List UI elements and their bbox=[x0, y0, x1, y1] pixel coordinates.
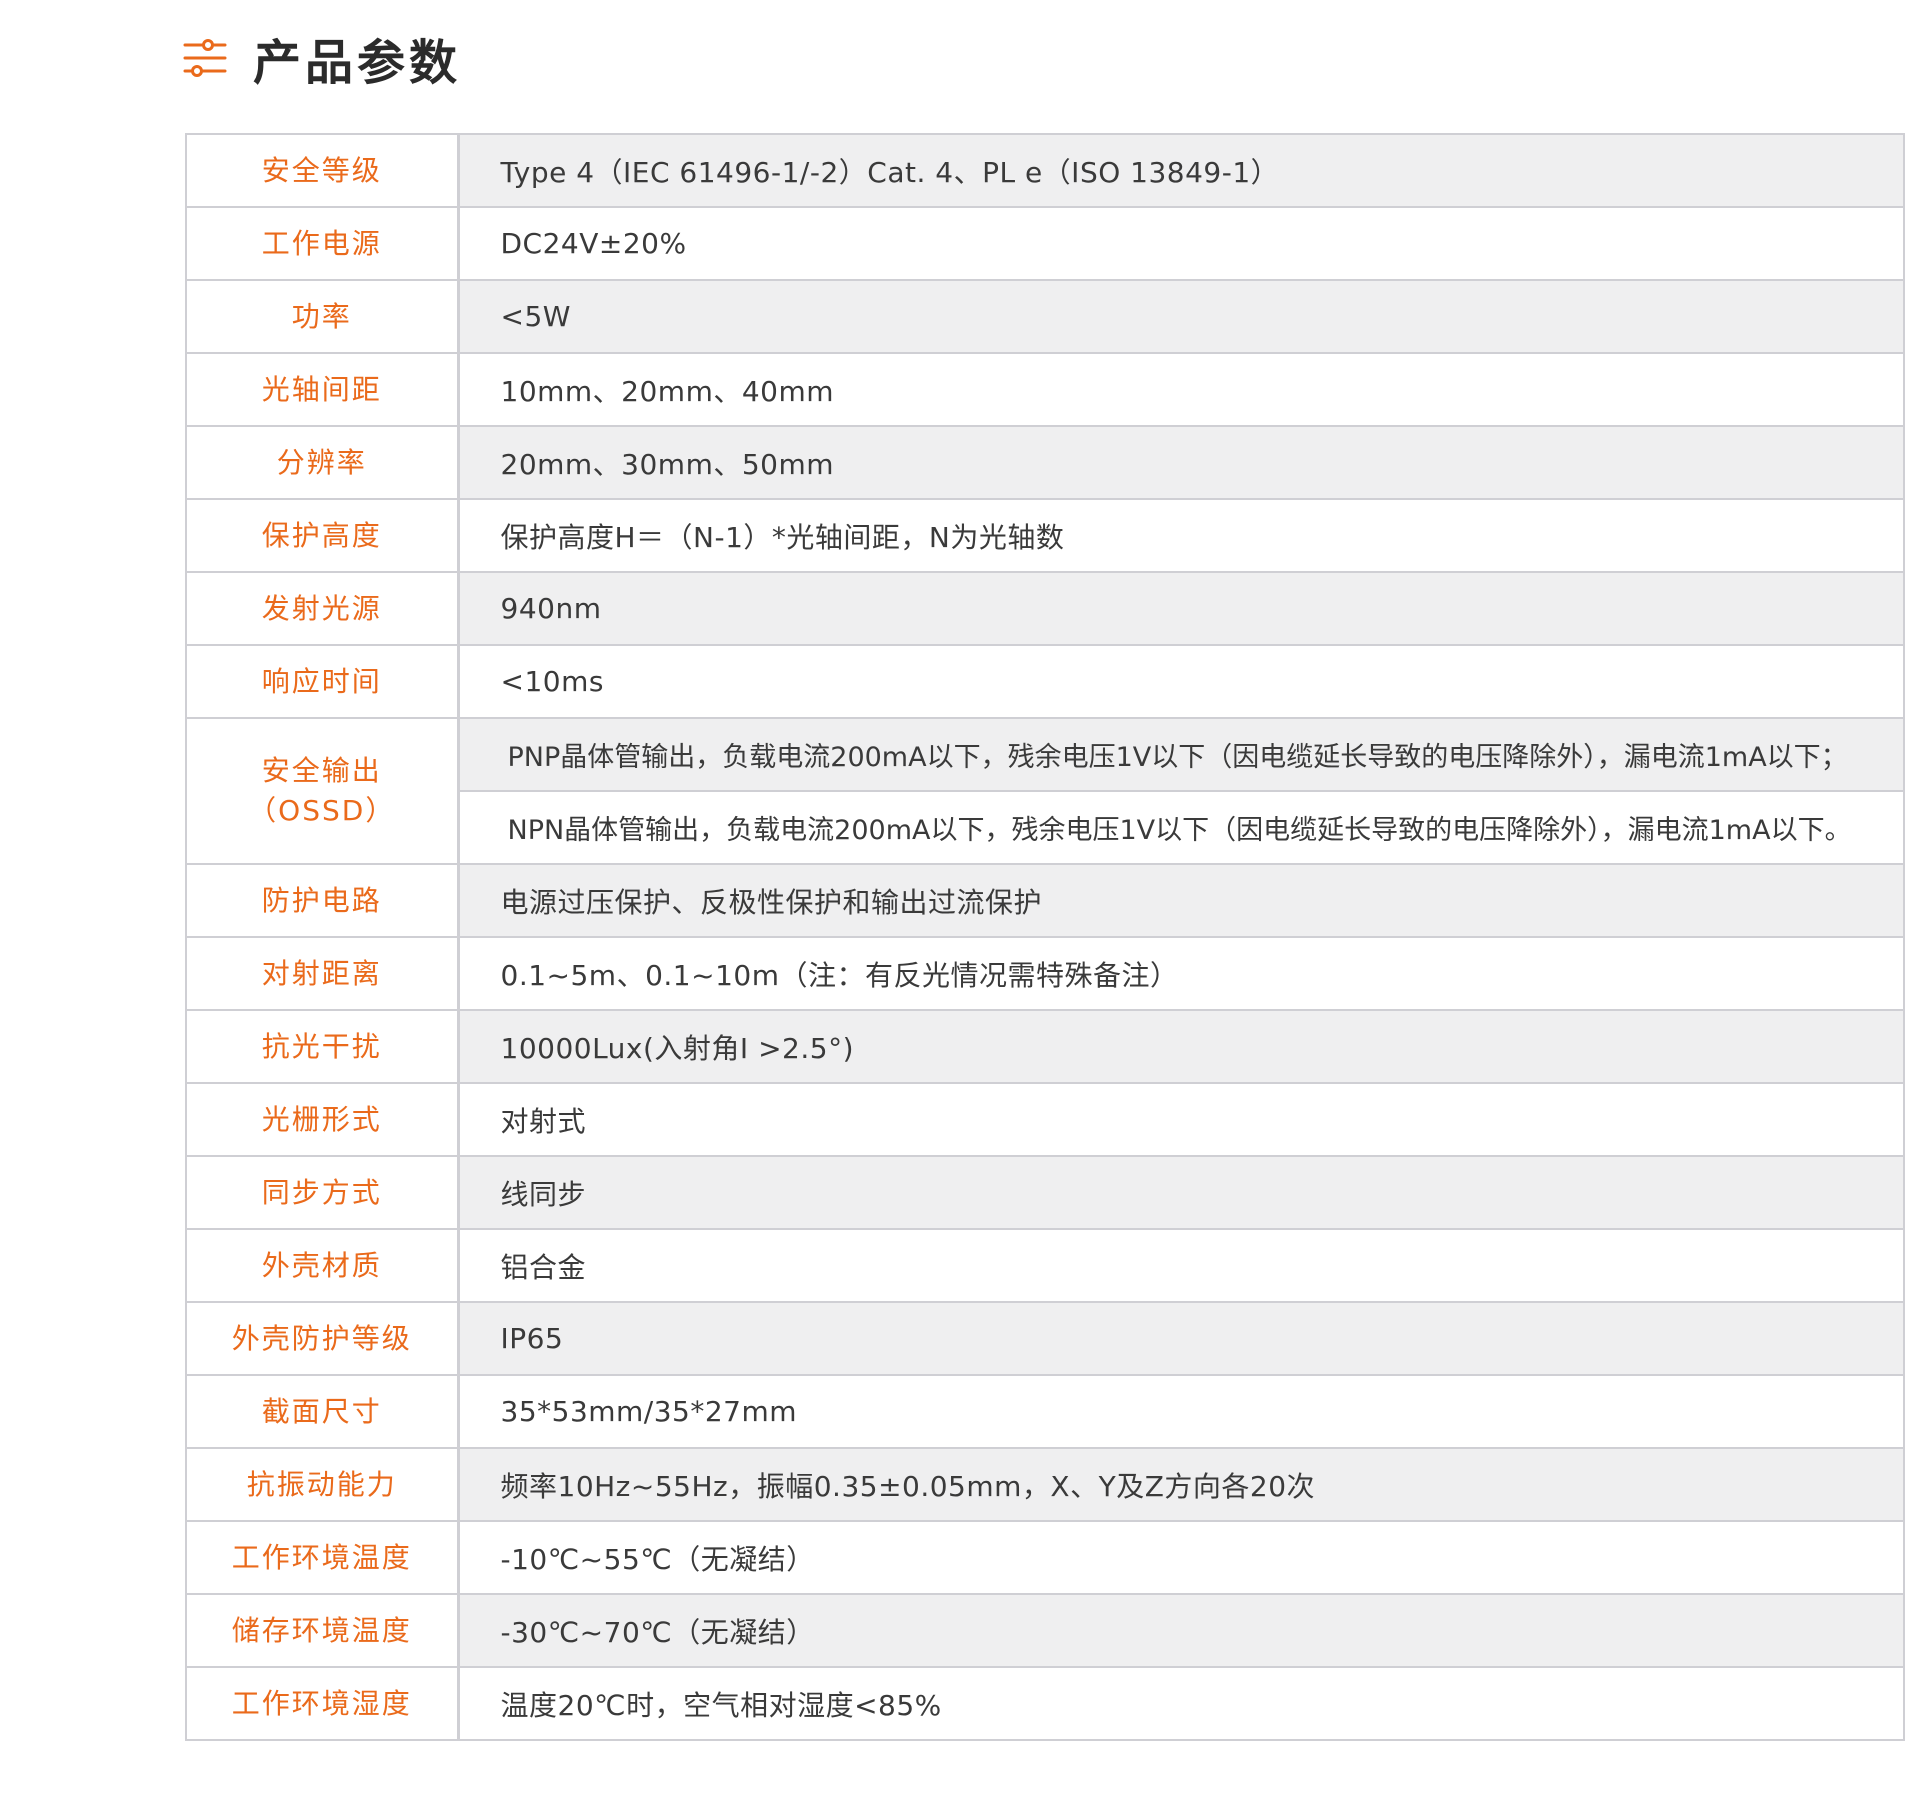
spec-label: 光栅形式 bbox=[186, 1082, 460, 1157]
spec-label: 储存环境温度 bbox=[186, 1593, 460, 1668]
spec-value: 对射式 bbox=[458, 1082, 1904, 1157]
spec-value: 0.1~5m、0.1~10m（注：有反光情况需特殊备注） bbox=[458, 936, 1904, 1011]
spec-label: 对射距离 bbox=[186, 936, 460, 1011]
table-row: 光栅形式 对射式 bbox=[186, 1082, 1904, 1157]
spec-value: 10mm、20mm、40mm bbox=[458, 352, 1904, 427]
table-row: 保护高度 保护高度H＝（N-1）*光轴间距，N为光轴数 bbox=[186, 498, 1904, 573]
spec-label: 外壳材质 bbox=[186, 1228, 460, 1303]
spec-value: NPN晶体管输出，负载电流200mA以下，残余电压1V以下（因电缆延长导致的电压… bbox=[458, 790, 1904, 865]
table-row: 工作环境湿度 温度20℃时，空气相对湿度<85% bbox=[186, 1666, 1904, 1741]
spec-value: 20mm、30mm、50mm bbox=[458, 425, 1904, 500]
spec-label: 安全输出 bbox=[261, 754, 382, 787]
table-row: 响应时间 <10ms bbox=[186, 644, 1904, 719]
table-row: 防护电路 电源过压保护、反极性保护和输出过流保护 bbox=[186, 863, 1904, 938]
spec-label: 保护高度 bbox=[186, 498, 460, 573]
spec-table: 安全等级 Type 4（IEC 61496-1/-2）Cat. 4、PL e（I… bbox=[185, 133, 1905, 1741]
spec-value: 铝合金 bbox=[458, 1228, 1904, 1303]
spec-label: 抗光干扰 bbox=[186, 1009, 460, 1084]
spec-label-sub: （OSSD） bbox=[248, 794, 396, 827]
spec-label-multiline: 安全输出 （OSSD） bbox=[186, 717, 460, 865]
table-row: 抗振动能力 频率10Hz~55Hz，振幅0.35±0.05mm，X、Y及Z方向各… bbox=[186, 1447, 1904, 1522]
spec-value: 温度20℃时，空气相对湿度<85% bbox=[458, 1666, 1904, 1741]
spec-label: 抗振动能力 bbox=[186, 1447, 460, 1522]
spec-value: -30℃~70℃（无凝结） bbox=[458, 1593, 1904, 1668]
spec-value: 保护高度H＝（N-1）*光轴间距，N为光轴数 bbox=[458, 498, 1904, 573]
table-row: 发射光源 940nm bbox=[186, 571, 1904, 646]
spec-value: 电源过压保护、反极性保护和输出过流保护 bbox=[458, 863, 1904, 938]
spec-label: 工作环境温度 bbox=[186, 1520, 460, 1595]
section-title: 产品参数 bbox=[253, 35, 462, 91]
table-row: 储存环境温度 -30℃~70℃（无凝结） bbox=[186, 1593, 1904, 1668]
section-header: 产品参数 bbox=[183, 28, 461, 91]
spec-value: <10ms bbox=[458, 644, 1904, 719]
spec-label: 同步方式 bbox=[186, 1155, 460, 1230]
spec-value: PNP晶体管输出，负载电流200mA以下，残余电压1V以下（因电缆延长导致的电压… bbox=[458, 717, 1904, 792]
table-row: 抗光干扰 10000Lux(入射角I >2.5°) bbox=[186, 1009, 1904, 1084]
spec-value: 10000Lux(入射角I >2.5°) bbox=[458, 1009, 1904, 1084]
table-row: 安全等级 Type 4（IEC 61496-1/-2）Cat. 4、PL e（I… bbox=[186, 133, 1904, 208]
spec-label: 发射光源 bbox=[186, 571, 460, 646]
table-row: 分辨率 20mm、30mm、50mm bbox=[186, 425, 1904, 500]
table-row: 光轴间距 10mm、20mm、40mm bbox=[186, 352, 1904, 427]
sliders-icon bbox=[183, 39, 227, 77]
table-row: 截面尺寸 35*53mm/35*27mm bbox=[186, 1374, 1904, 1449]
table-row: 工作环境温度 -10℃~55℃（无凝结） bbox=[186, 1520, 1904, 1595]
spec-label: 外壳防护等级 bbox=[186, 1301, 460, 1376]
table-row: 外壳防护等级 IP65 bbox=[186, 1301, 1904, 1376]
spec-value: 35*53mm/35*27mm bbox=[458, 1374, 1904, 1449]
spec-value: 940nm bbox=[458, 571, 1904, 646]
spec-label: 功率 bbox=[186, 279, 460, 354]
spec-label: 光轴间距 bbox=[186, 352, 460, 427]
spec-value: Type 4（IEC 61496-1/-2）Cat. 4、PL e（ISO 13… bbox=[458, 133, 1904, 208]
spec-label: 安全等级 bbox=[186, 133, 460, 208]
spec-label: 响应时间 bbox=[186, 644, 460, 719]
spec-label: 工作环境湿度 bbox=[186, 1666, 460, 1741]
spec-value: 线同步 bbox=[458, 1155, 1904, 1230]
table-row: 对射距离 0.1~5m、0.1~10m（注：有反光情况需特殊备注） bbox=[186, 936, 1904, 1011]
spec-label: 防护电路 bbox=[186, 863, 460, 938]
table-row: 功率 <5W bbox=[186, 279, 1904, 354]
table-row: 同步方式 线同步 bbox=[186, 1155, 1904, 1230]
spec-value: <5W bbox=[458, 279, 1904, 354]
spec-label: 工作电源 bbox=[186, 206, 460, 281]
spec-label: 分辨率 bbox=[186, 425, 460, 500]
table-row: 安全输出 （OSSD） PNP晶体管输出，负载电流200mA以下，残余电压1V以… bbox=[186, 717, 1904, 865]
table-row: 外壳材质 铝合金 bbox=[186, 1228, 1904, 1303]
spec-value: 频率10Hz~55Hz，振幅0.35±0.05mm，X、Y及Z方向各20次 bbox=[458, 1447, 1904, 1522]
table-row: 工作电源 DC24V±20% bbox=[186, 206, 1904, 281]
spec-value: -10℃~55℃（无凝结） bbox=[458, 1520, 1904, 1595]
spec-value: DC24V±20% bbox=[458, 206, 1904, 281]
spec-value: IP65 bbox=[458, 1301, 1904, 1376]
spec-label: 截面尺寸 bbox=[186, 1374, 460, 1449]
